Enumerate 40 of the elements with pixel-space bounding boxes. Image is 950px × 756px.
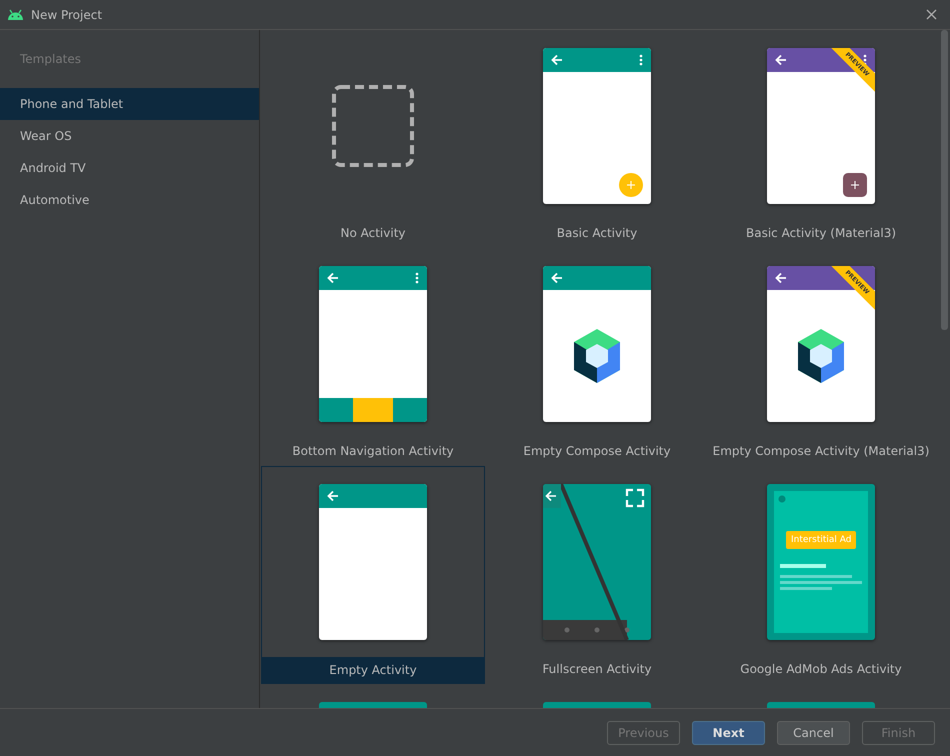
back-arrow-icon (775, 272, 787, 284)
plus-icon (851, 181, 859, 189)
template-card[interactable]: Empty Activity (261, 466, 485, 684)
back-arrow-icon (551, 54, 563, 66)
template-label: Empty Compose Activity (522, 443, 672, 460)
sidebar-heading: Templates (19, 51, 82, 68)
template-card[interactable]: Bottom Navigation Activity (261, 248, 485, 466)
sidebar-item[interactable]: Phone and Tablet (0, 88, 259, 120)
template-label: Bottom Navigation Activity (291, 443, 455, 460)
template-label: No Activity (339, 225, 406, 242)
hexagon-icon (796, 328, 846, 384)
sidebar-item[interactable]: Automotive (0, 184, 259, 216)
scrollbar[interactable] (941, 30, 948, 330)
cancel-button[interactable]: Cancel (777, 720, 850, 744)
template-label: Basic Activity (Material3) (744, 225, 898, 242)
more-icon (639, 54, 643, 66)
hexagon-icon (572, 328, 622, 384)
template-card[interactable]: Basic Activity (485, 30, 709, 248)
template-label: Google AdMob Ads Activity (739, 661, 903, 678)
plus-icon (627, 181, 635, 189)
template-label: Fullscreen Activity (541, 661, 653, 678)
template-card[interactable]: Empty Compose Activity (485, 248, 709, 466)
template-card[interactable]: Interstitial Ad Google AdMob Ads Activity (709, 466, 933, 684)
template-card[interactable]: No Activity (261, 30, 485, 248)
template-label: Empty Compose Activity (Material3) (712, 443, 930, 460)
template-label: Empty Activity (262, 657, 484, 683)
android-icon (7, 9, 24, 20)
next-button[interactable]: Next (692, 720, 765, 744)
sidebar-item[interactable]: Wear OS (0, 120, 259, 152)
ad-label: Interstitial Ad (786, 531, 856, 549)
back-arrow-icon (327, 272, 339, 284)
template-card[interactable]: Fullscreen Activity (485, 466, 709, 684)
back-arrow-icon (775, 54, 787, 66)
window-title: New Project (31, 8, 104, 22)
template-label: Basic Activity (556, 225, 638, 242)
more-icon (415, 272, 419, 284)
back-arrow-icon (551, 272, 563, 284)
sidebar-item[interactable]: Android TV (0, 152, 259, 184)
close-icon[interactable] (926, 9, 937, 20)
back-arrow-icon (327, 490, 339, 502)
